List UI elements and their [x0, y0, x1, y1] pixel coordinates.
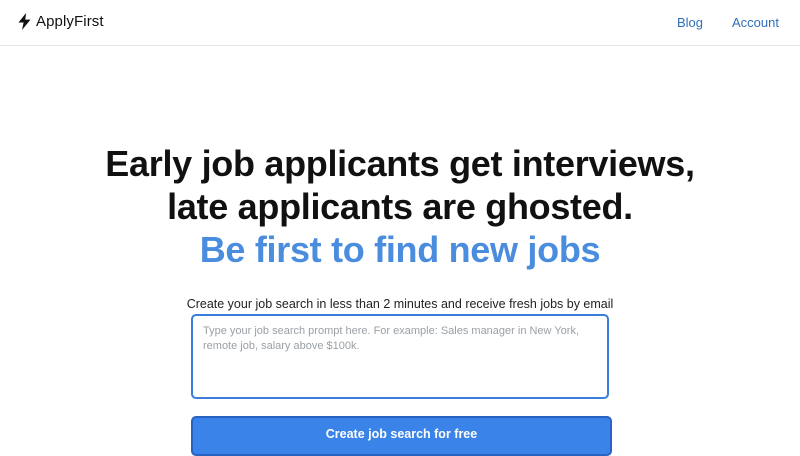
- headline-accent: Be first to find new jobs: [199, 229, 601, 270]
- brand-logo[interactable]: ApplyFirst: [18, 13, 104, 30]
- lightning-bolt-icon: [18, 13, 31, 30]
- nav-link-blog[interactable]: Blog: [677, 15, 703, 30]
- nav-link-account[interactable]: Account: [732, 15, 779, 30]
- hero-subtitle: Create your job search in less than 2 mi…: [186, 296, 614, 311]
- top-nav-bar: ApplyFirst Blog Account: [0, 0, 800, 46]
- header-nav: Blog Account: [677, 15, 779, 30]
- hero-section: Early job applicants get interviews, lat…: [0, 142, 800, 271]
- create-job-search-button[interactable]: Create job search for free: [191, 416, 612, 456]
- headline-line-2: late applicants are ghosted.: [167, 186, 633, 227]
- brand-name: ApplyFirst: [36, 13, 104, 30]
- job-search-prompt-input[interactable]: [191, 314, 609, 399]
- headline-line-1: Early job applicants get interviews,: [105, 143, 695, 184]
- hero-headline: Early job applicants get interviews, lat…: [0, 142, 800, 271]
